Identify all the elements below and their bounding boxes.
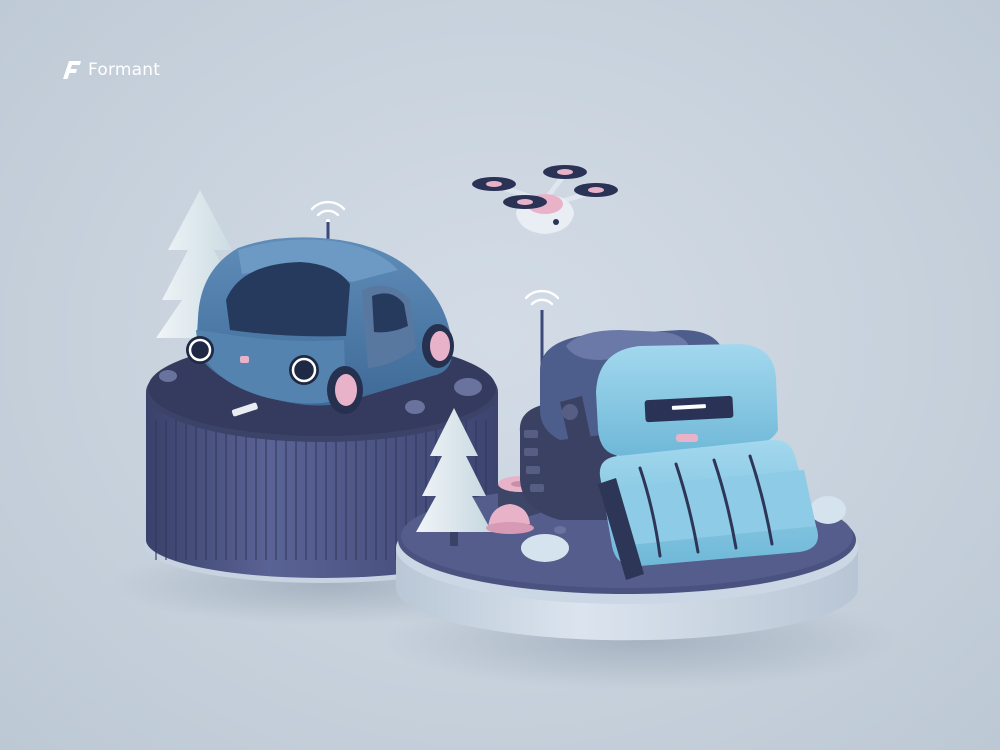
hero-illustration: Formant [0, 0, 1000, 750]
robotics-scene [110, 165, 900, 690]
wifi-signal-icon [524, 289, 560, 306]
drone-icon [472, 165, 618, 234]
wifi-signal-icon [310, 200, 346, 223]
